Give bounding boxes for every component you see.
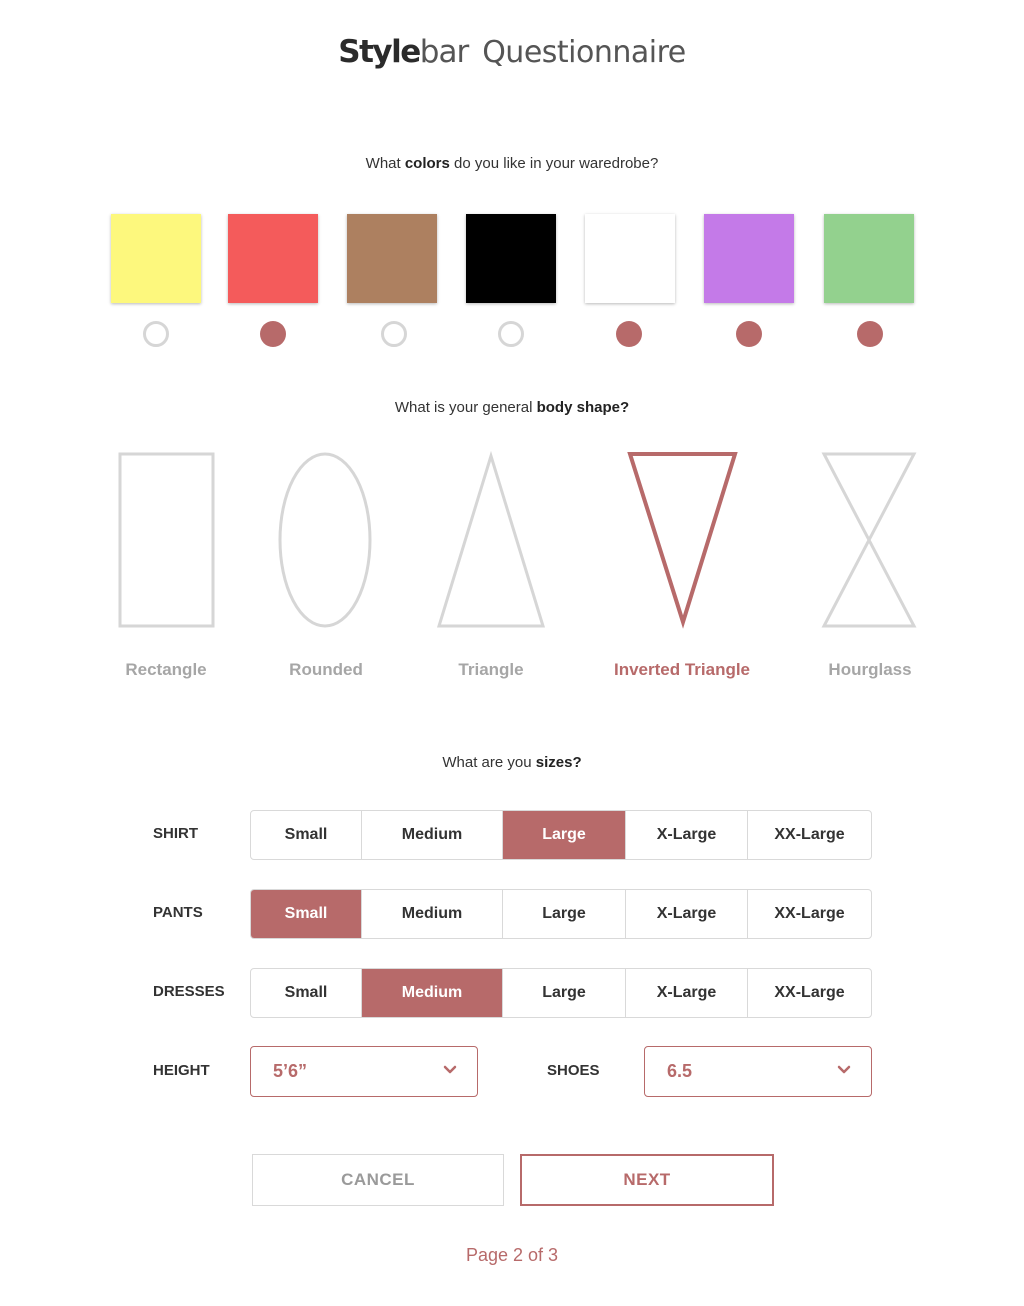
dresses-size-small[interactable]: Small xyxy=(251,969,362,1017)
body-shape-question-bold: body shape? xyxy=(536,399,630,416)
color-swatch-black[interactable] xyxy=(466,214,556,303)
page-indicator: Page 2 of 3 xyxy=(465,1245,559,1265)
dresses-size-large[interactable]: Large xyxy=(503,969,626,1017)
height-select-value: 5’6” xyxy=(273,1061,308,1081)
color-swatch-purple[interactable] xyxy=(704,214,794,303)
hourglass-shape-icon[interactable] xyxy=(820,450,920,630)
color-swatch-yellow[interactable] xyxy=(111,214,201,303)
shape-label-triangle[interactable]: Triangle xyxy=(421,660,561,680)
pants-size-large[interactable]: Large xyxy=(503,890,626,938)
color-radio-green[interactable] xyxy=(857,321,883,347)
shoes-select[interactable]: 6.5 xyxy=(644,1046,872,1097)
sizes-question-prefix: What are you xyxy=(442,754,536,771)
color-swatch-white[interactable] xyxy=(585,214,675,303)
shape-label-inverted-triangle[interactable]: Inverted Triangle xyxy=(592,660,772,680)
color-radio-white[interactable] xyxy=(616,321,642,347)
shirt-size-small[interactable]: Small xyxy=(251,811,362,859)
body-shape-question-prefix: What is your general xyxy=(394,399,537,416)
page-title: Questionnaire xyxy=(482,35,686,70)
rectangle-shape-icon[interactable] xyxy=(118,450,216,630)
chevron-down-icon xyxy=(443,1065,457,1074)
colors-question: What colors do you like in your waredrob… xyxy=(0,155,1024,172)
sizes-question: What are you sizes? xyxy=(0,754,1024,771)
shirt-size-large[interactable]: Large xyxy=(503,811,626,859)
page-header: Stylebar Questionnaire xyxy=(0,34,1024,70)
pants-size-label: PANTS xyxy=(153,904,203,921)
colors-question-bold: colors xyxy=(404,155,450,172)
shirt-size-label: SHIRT xyxy=(153,825,198,842)
cancel-button[interactable]: CANCEL xyxy=(252,1154,504,1206)
shirt-size-selector: Small Medium Large X-Large XX-Large xyxy=(250,810,872,860)
pants-size-selector: Small Medium Large X-Large XX-Large xyxy=(250,889,872,939)
inverted-triangle-shape-icon[interactable] xyxy=(626,450,740,630)
color-radio-black[interactable] xyxy=(498,321,524,347)
color-radio-brown[interactable] xyxy=(381,321,407,347)
shirt-size-xx-large[interactable]: XX-Large xyxy=(748,811,871,859)
shirt-size-x-large[interactable]: X-Large xyxy=(626,811,748,859)
brand-logo-light: bar xyxy=(419,34,469,70)
sizes-question-bold: sizes? xyxy=(535,754,582,771)
shoes-label: SHOES xyxy=(547,1062,600,1079)
color-radio-purple[interactable] xyxy=(736,321,762,347)
brand-logo-bold: Style xyxy=(338,34,421,70)
color-swatch-green[interactable] xyxy=(824,214,914,303)
next-button[interactable]: NEXT xyxy=(520,1154,774,1206)
shirt-size-medium[interactable]: Medium xyxy=(362,811,503,859)
shape-label-rounded[interactable]: Rounded xyxy=(256,660,396,680)
colors-question-suffix: do you like in your waredrobe? xyxy=(449,155,659,172)
color-radio-red[interactable] xyxy=(260,321,286,347)
body-shape-question: What is your general body shape? xyxy=(0,399,1024,416)
pants-size-xx-large[interactable]: XX-Large xyxy=(748,890,871,938)
height-label: HEIGHT xyxy=(153,1062,210,1079)
dresses-size-selector: Small Medium Large X-Large XX-Large xyxy=(250,968,872,1018)
ellipse-shape-icon[interactable] xyxy=(278,450,374,630)
height-select[interactable]: 5’6” xyxy=(250,1046,478,1097)
color-swatch-brown[interactable] xyxy=(347,214,437,303)
pants-size-medium[interactable]: Medium xyxy=(362,890,503,938)
triangle-shape-icon[interactable] xyxy=(434,450,548,630)
color-radio-yellow[interactable] xyxy=(143,321,169,347)
dresses-size-medium[interactable]: Medium xyxy=(362,969,503,1017)
shape-label-hourglass[interactable]: Hourglass xyxy=(800,660,940,680)
dresses-size-x-large[interactable]: X-Large xyxy=(626,969,748,1017)
dresses-size-xx-large[interactable]: XX-Large xyxy=(748,969,871,1017)
pants-size-x-large[interactable]: X-Large xyxy=(626,890,748,938)
color-swatch-red[interactable] xyxy=(228,214,318,303)
shoes-select-value: 6.5 xyxy=(667,1061,693,1081)
shape-label-rectangle[interactable]: Rectangle xyxy=(96,660,236,680)
colors-question-prefix: What xyxy=(365,155,405,172)
pants-size-small[interactable]: Small xyxy=(251,890,362,938)
dresses-size-label: DRESSES xyxy=(153,983,225,1000)
chevron-down-icon xyxy=(837,1065,851,1074)
